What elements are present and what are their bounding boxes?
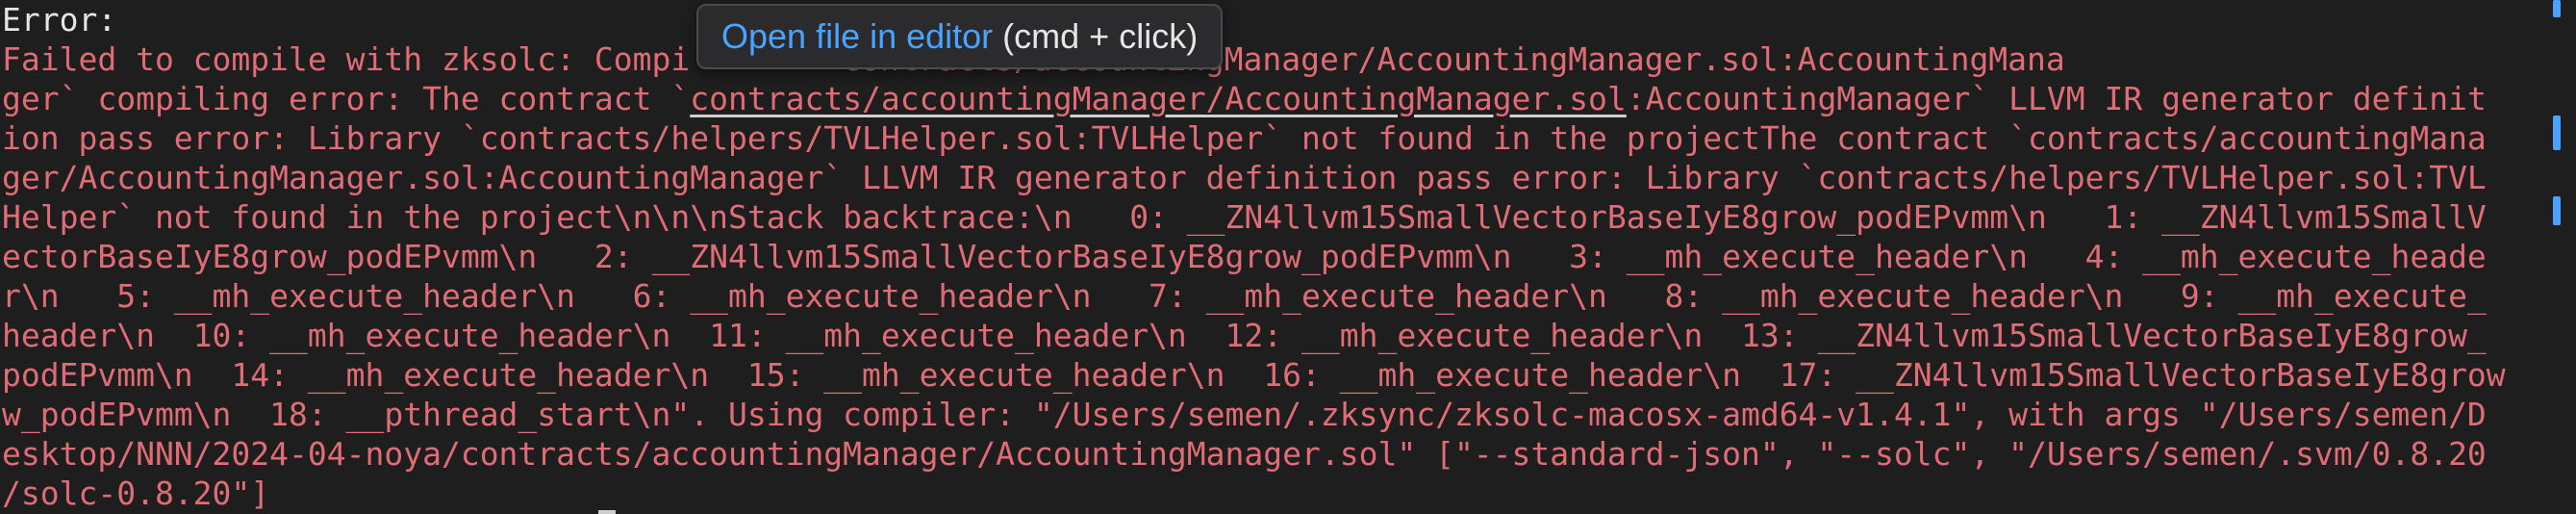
error-line-10: w_podEPvmm\n 18: __pthread_start\n". Usi… <box>2 396 2487 433</box>
error-line-1-prefix: Failed to compile with zksolc: Compi <box>2 40 691 78</box>
error-line-7: r\n 5: __mh_execute_header\n 6: __mh_exe… <box>2 277 2487 315</box>
error-line-12: /solc-0.8.20"] <box>2 475 270 512</box>
scrollbar-marker[interactable] <box>2553 116 2561 150</box>
error-line-2-before: ger` compiling error: The contract ` <box>2 80 691 117</box>
error-line-5: Helper` not found in the project\n\n\nSt… <box>2 198 2487 236</box>
terminal-content: Error: Failed to compile with zksolc: Co… <box>2 0 2507 513</box>
error-line-3: ion pass error: Library `contracts/helpe… <box>2 119 2487 157</box>
scrollbar-marker[interactable] <box>2553 0 2561 17</box>
error-line-8: header\n 10: __mh_execute_header\n 11: _… <box>2 317 2487 354</box>
error-line-2: ger` compiling error: The contract `cont… <box>2 79 2507 118</box>
error-line-1: Failed to compile with zksolc: Compi cont… <box>2 39 2507 79</box>
error-line-9: podEPvmm\n 14: __mh_execute_header\n 15:… <box>2 356 2506 394</box>
scrollbar-marker[interactable] <box>2553 196 2561 225</box>
open-file-in-editor-action[interactable]: Open file in editor <box>721 16 993 56</box>
keyboard-hint: (cmd + click) <box>993 16 1199 56</box>
mouse-cursor-icon <box>598 510 616 514</box>
open-file-tooltip: Open file in editor (cmd + click) <box>696 4 1224 69</box>
error-line-4: ger/AccountingManager.sol:AccountingMana… <box>2 159 2487 196</box>
error-line-2-after: :AccountingManager` LLVM IR generator de… <box>1626 80 2487 117</box>
terminal-output: Error: Failed to compile with zksolc: Co… <box>0 0 2576 514</box>
error-line-11: esktop/NNN/2024-04-noya/contracts/accoun… <box>2 435 2487 473</box>
file-path-link[interactable]: contracts/accountingManager/AccountingMa… <box>690 80 1627 117</box>
error-line-6: ectorBaseIyE8grow_podEPvmm\n 2: __ZN4llv… <box>2 238 2487 275</box>
error-label: Error: <box>2 1 117 39</box>
